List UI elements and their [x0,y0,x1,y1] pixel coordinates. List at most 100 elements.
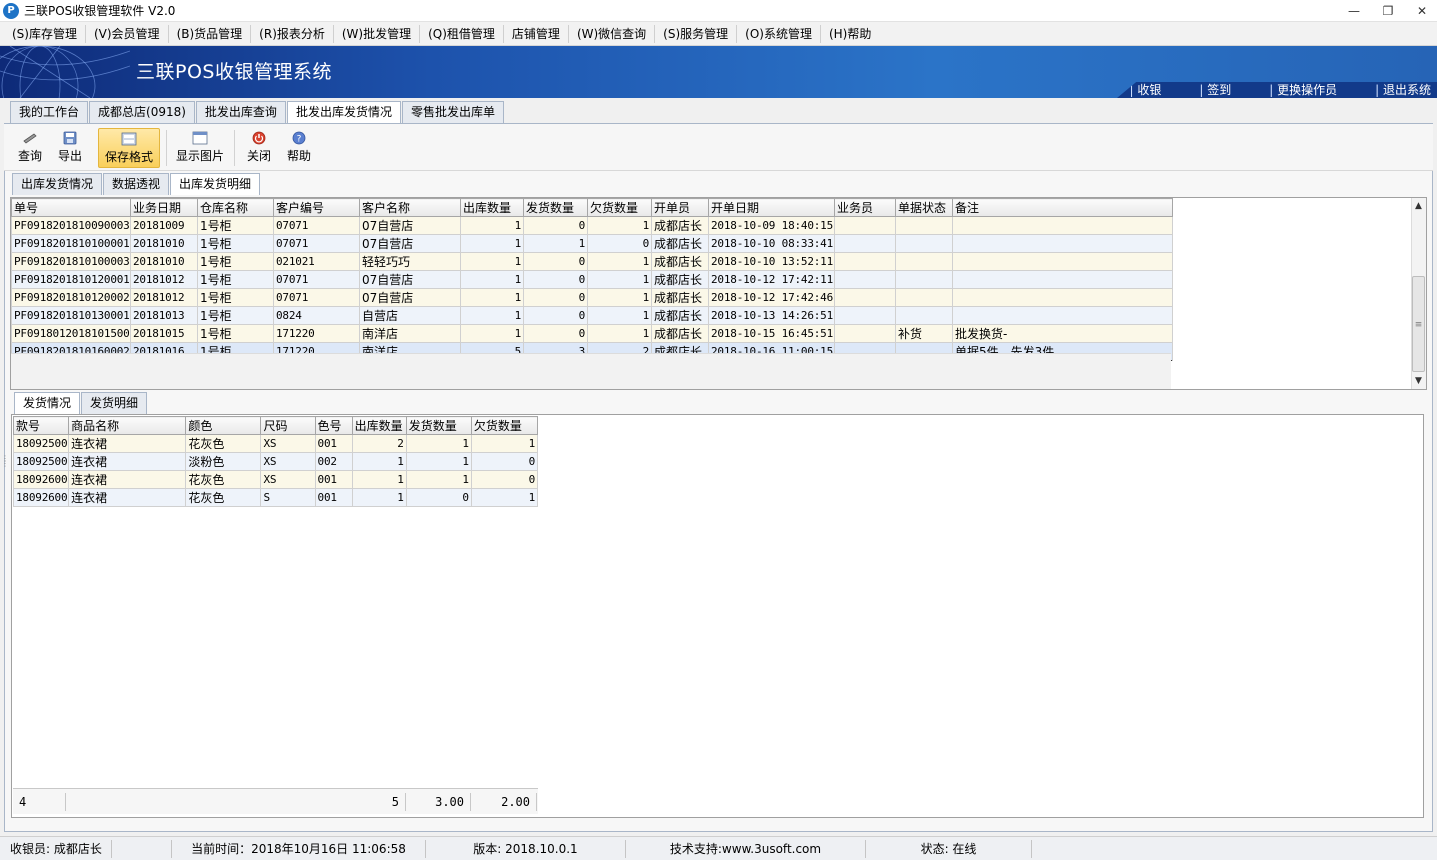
table-cell: 1 [460,324,524,343]
query-button[interactable]: 查询 [14,128,46,168]
show-image-button[interactable]: 显示图片 [174,128,226,168]
menu-service[interactable]: (S)服务管理 [655,24,738,43]
tab-wholesale-shipping[interactable]: 批发出库发货情况 [286,101,401,124]
column-header[interactable]: 出库数量 [460,198,524,217]
table-cell: 2018-10-10 08:33:41 [708,234,835,253]
table-cell: 1号柜 [197,306,274,325]
change-operator-link[interactable]: 更换操作员 [1269,83,1337,97]
sign-in-link[interactable]: 签到 [1199,83,1231,97]
table-cell [895,288,953,307]
column-header[interactable]: 业务员 [834,198,896,217]
cashier-link[interactable]: 收银 [1130,83,1161,97]
column-header[interactable]: 欠货数量 [470,416,539,435]
menu-help[interactable]: (H)帮助 [821,25,879,43]
save-disk-icon [63,131,77,145]
status-cashier: 收银员: 成都店长 [0,839,112,858]
splitter-grip-icon[interactable]: ⋮ ⋮ [1,455,9,476]
table-row[interactable]: PF09180120181015000 20181015 1号柜 171220 南洋店 1… [11,324,1173,343]
column-header[interactable]: 尺码 [260,416,316,435]
table-cell: 0824 [273,306,360,325]
table-row[interactable]: 18092500(连衣裙 淡粉色 XS 002 1 1 0 [12,452,539,471]
table-cell: 连衣裙 [68,434,187,453]
table-cell: 1号柜 [197,270,274,289]
power-off-icon [252,131,266,145]
export-button[interactable]: 导出 [54,128,86,168]
column-header[interactable]: 颜色 [185,416,262,435]
column-header[interactable]: 商品名称 [68,416,187,435]
table-row[interactable]: PF0918201810130001 20181013 1号柜 0824 自营店 1 0 1 成… [11,306,1173,325]
menu-inventory[interactable]: (S)库存管理 [4,24,86,43]
help-button[interactable]: ? 帮助 [284,128,314,168]
column-header[interactable]: 开单日期 [708,198,835,217]
table-row[interactable]: PF0918201810100003 20181010 1号柜 021021 轻轻巧巧 1… [11,252,1173,271]
table-cell [834,216,896,235]
column-header[interactable]: 业务日期 [130,198,198,217]
table-row[interactable]: 18092500(连衣裙 花灰色 XS 001 2 1 1 [12,434,539,453]
table-row[interactable]: 18092600(连衣裙 花灰色 XS 001 1 1 0 [12,470,539,489]
menu-reports[interactable]: (R)报表分析 [251,24,334,43]
save-format-button[interactable]: 保存格式 [98,128,160,168]
minimize-icon[interactable]: — [1343,3,1365,19]
table-cell: 2018-10-12 17:42:11 [708,270,835,289]
tab-shipping-status[interactable]: 出库发货情况 [12,173,103,195]
menu-wholesale[interactable]: (W)批发管理 [334,24,421,43]
table-cell: 1号柜 [197,234,274,253]
column-header[interactable]: 单据状态 [895,198,953,217]
menu-wechat[interactable]: (W)微信查询 [569,24,656,43]
table-row[interactable]: PF0918201810120002 20181012 1号柜 07071 07自营店 1… [11,288,1173,307]
column-header[interactable]: 仓库名称 [197,198,274,217]
table-row[interactable]: PF0918201810100001 20181010 1号柜 07071 07自营店 1… [11,234,1173,253]
table-cell: 1 [351,452,407,471]
exit-system-link[interactable]: 退出系统 [1375,83,1431,97]
table-cell [952,288,1173,307]
column-header[interactable]: 单号 [11,198,131,217]
table-row[interactable]: PF0918201810090003 20181009 1号柜 07071 07自营店 1… [11,216,1173,235]
table-cell: XS [260,434,316,453]
column-header[interactable]: 出库数量 [351,416,407,435]
toolbar-separator [166,130,167,166]
table-cell: 1 [587,288,652,307]
table-cell: 001 [314,434,353,453]
restore-icon[interactable]: ❐ [1377,3,1399,19]
tab-shipping-detail[interactable]: 出库发货明细 [170,173,261,195]
menu-stores[interactable]: 店铺管理 [504,24,569,43]
menu-rental[interactable]: (Q)租借管理 [420,24,504,43]
table-cell: 轻轻巧巧 [359,252,461,271]
table-row[interactable]: PF0918201810120001 20181012 1号柜 07071 07自营店 1… [11,270,1173,289]
tab-data-pivot[interactable]: 数据透视 [103,173,170,195]
close-window-icon[interactable]: ✕ [1411,3,1433,19]
menu-system[interactable]: (O)系统管理 [737,24,821,43]
tab-delivery-status[interactable]: 发货情况 [14,392,81,414]
table-cell: 0 [470,470,539,489]
banner-actions: 收银 签到 更换操作员 退出系统 [1117,82,1437,98]
column-header[interactable]: 色号 [314,416,353,435]
tab-wholesale-query[interactable]: 批发出库查询 [195,101,286,123]
scroll-up-icon[interactable]: ▲ [1412,200,1425,212]
table-row[interactable]: 18092600(连衣裙 花灰色 S 001 1 0 1 [12,488,539,507]
window-title: 三联POS收银管理软件 V2.0 [24,4,176,18]
tab-delivery-detail[interactable]: 发货明细 [81,392,148,414]
table-cell [895,234,953,253]
column-header[interactable]: 开单员 [651,198,709,217]
scroll-down-icon[interactable]: ▼ [1412,375,1425,387]
table-cell: 1 [405,470,472,489]
column-header[interactable]: 发货数量 [523,198,588,217]
tab-retail-wholesale-order[interactable]: 零售批发出库单 [401,101,504,123]
column-header[interactable]: 款号 [12,416,70,435]
column-header[interactable]: 发货数量 [405,416,472,435]
tab-chengdu-store[interactable]: 成都总店(0918) [89,101,195,123]
scrollbar-thumb[interactable]: ≡ [1412,276,1425,372]
items-grid: 款号 商品名称 颜色 尺码 色号 出库数量 发货数量 欠货数量 18092500(连衣裙 花灰色… [11,414,1424,818]
table-cell: PF09180120181015000 [11,324,131,343]
help-question-icon: ? [292,131,306,145]
column-header[interactable]: 备注 [952,198,1173,217]
column-header[interactable]: 客户名称 [359,198,461,217]
tab-workbench[interactable]: 我的工作台 [10,101,89,123]
menu-members[interactable]: (V)会员管理 [86,24,169,43]
column-header[interactable]: 欠货数量 [587,198,652,217]
menu-goods[interactable]: (B)货品管理 [169,24,252,43]
column-header[interactable]: 客户编号 [273,198,360,217]
show-image-label: 显示图片 [175,149,224,163]
table-cell: 0 [523,288,588,307]
close-button[interactable]: 关闭 [244,128,274,168]
